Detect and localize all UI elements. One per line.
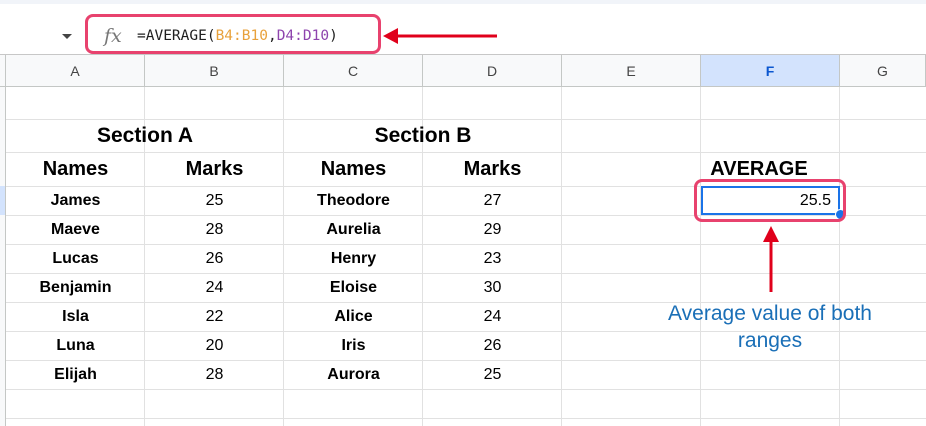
formula-arrow-icon [383,28,497,44]
annotation-arrows [383,28,779,292]
up-arrow-icon [763,226,779,292]
